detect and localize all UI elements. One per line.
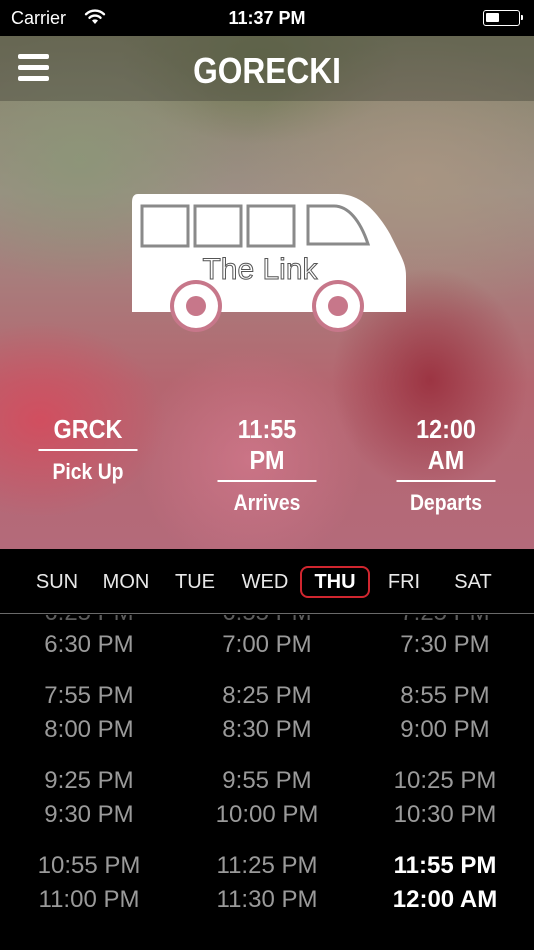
time-cell: 7:25 PM [356,615,534,627]
arrives-value: 11:55 PM [217,414,317,482]
time-cell: 10:00 PM [215,801,319,828]
time-cell: 6:55 PM [178,615,356,627]
departs-value: 12:00 AM [396,414,496,482]
time-cell: 6:25 PM [0,615,178,627]
arrives-label: Arrives [233,490,301,515]
schedule-list[interactable]: 6:25 PM 6:55 PM 7:25 PM 6:30 PM 7:00 PM … [0,615,534,950]
bus-label: The Link [202,253,318,286]
pickup-stat: GRCK Pick Up [33,414,143,485]
time-cell: 8:00 PM [44,716,134,743]
day-tabs: SUN MON TUE WED THU FRI SAT [0,549,534,614]
time-cell: 6:30 PM [44,631,134,658]
time-cell: 10:25 PM [393,767,497,794]
tab-sun[interactable]: SUN [22,566,92,598]
status-bar: Carrier 11:37 PM [0,0,534,36]
time-cell: 10:55 PM [37,852,141,879]
departs-stat: 12:00 AM Departs [391,414,501,516]
battery-icon [483,10,523,26]
tab-fri[interactable]: FRI [369,566,439,598]
departs-label: Departs [409,490,483,515]
time-cell: 11:30 PM [216,886,318,913]
pickup-value: GRCK [38,414,138,451]
status-time: 11:37 PM [228,8,306,28]
tab-tue[interactable]: TUE [160,566,230,598]
time-cell: 7:30 PM [400,631,490,658]
time-cell: 11:00 PM [38,886,140,913]
arrives-stat: 11:55 PM Arrives [212,414,322,516]
time-cell-current-departure: 12:00 AM [392,886,498,913]
time-cell: 9:30 PM [44,801,134,828]
time-cell: 7:55 PM [44,682,134,709]
time-cell: 9:55 PM [222,767,312,794]
time-cell-current-arrival: 11:55 PM [393,852,497,879]
pickup-label: Pick Up [52,459,124,484]
tab-wed[interactable]: WED [230,566,300,598]
time-cell: 8:30 PM [222,716,312,743]
page-title: GORECKI [193,50,341,91]
bus-icon: The Link [132,194,406,332]
tab-sat[interactable]: SAT [438,566,508,598]
tab-thu[interactable]: THU [300,566,370,598]
time-cell: 10:30 PM [393,801,497,828]
time-cell: 7:00 PM [222,631,312,658]
tab-mon[interactable]: MON [91,566,161,598]
time-cell: 8:55 PM [400,682,490,709]
time-cell: 8:25 PM [222,682,312,709]
time-cell: 11:25 PM [216,852,318,879]
nav-bar: GORECKI [0,36,534,101]
time-cell: 9:00 PM [400,716,490,743]
time-cell: 9:25 PM [44,767,134,794]
